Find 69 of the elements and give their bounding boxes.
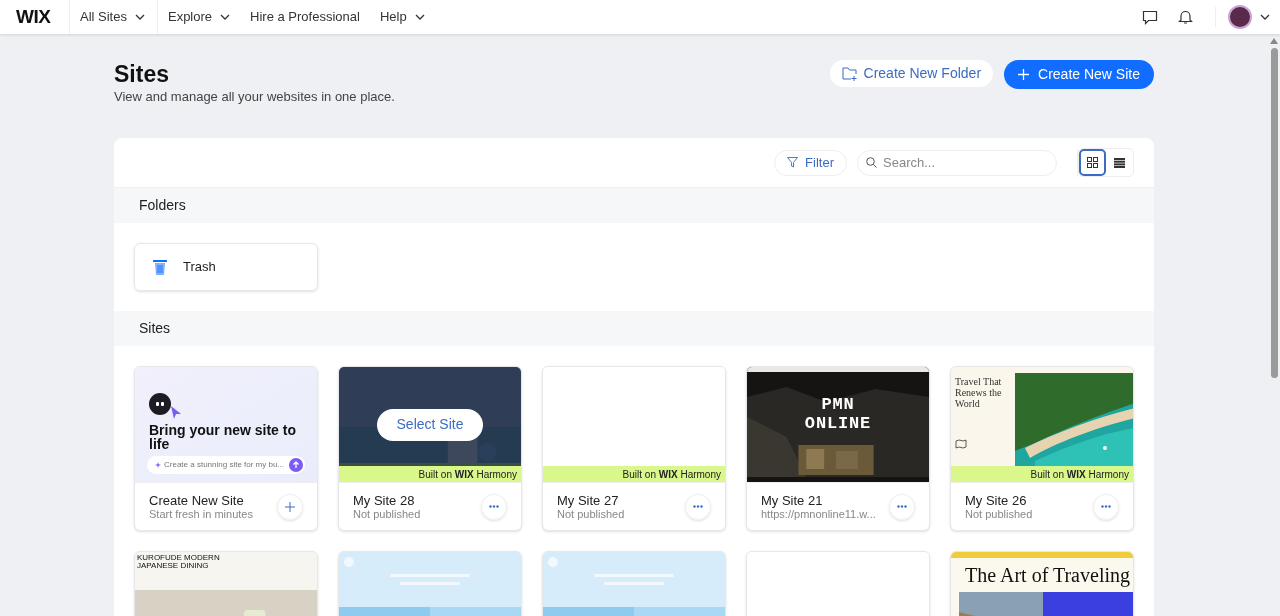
site-card[interactable]: Built on WIX Harmony My Site 27 Not published	[542, 366, 726, 531]
nav-menu[interactable]: Help	[369, 0, 435, 34]
site-name: My Site 27	[557, 492, 620, 508]
site-card[interactable]: PMN ONLINE My Site 21 https://pmnonline11.w...	[746, 366, 930, 531]
grid-view-button[interactable]	[1079, 149, 1106, 176]
site-card[interactable]: Travel That Renews the World Built on WIX Harmony My Site 26 Not published	[950, 366, 1134, 531]
trash-icon	[153, 259, 167, 275]
chevron-down-icon	[134, 14, 145, 20]
site-name: My Site 28	[353, 492, 416, 508]
site-status: Not published	[557, 507, 626, 521]
create-thumbnail[interactable]: Bring your new site to life Create a stunning site for my bu...	[135, 367, 317, 482]
site-name: Create New Site	[149, 492, 245, 508]
map-icon	[955, 439, 967, 449]
site-card[interactable]: KUROFUDE MODERN JAPANESE DINING	[134, 551, 318, 616]
site-headline: The Art of Traveling	[965, 564, 1130, 586]
site-card[interactable]: The Art of Traveling	[950, 551, 1134, 616]
section-heading: Folders	[139, 196, 186, 215]
site-name: My Site 26	[965, 492, 1028, 508]
site-status: https://pmnonline11.w...	[761, 507, 877, 521]
site-card[interactable]: Bring your new site to life Create a stunning site for my bu... Create New Site Start fresh in minutes	[134, 366, 318, 531]
chevron-down-icon	[414, 14, 425, 20]
folder-card[interactable]: Trash	[134, 243, 318, 291]
nav-menu[interactable]: Hire a Professional	[240, 0, 370, 34]
site-name: My Site 21	[761, 492, 824, 508]
harmony-label: Built on WIX Harmony	[622, 467, 721, 482]
search-icon	[866, 157, 877, 168]
chevron-down-icon[interactable]	[1260, 14, 1270, 20]
site-status: Not published	[353, 507, 422, 521]
more-icon	[897, 505, 907, 508]
page-title: Sites	[114, 60, 170, 88]
sparkle-icon	[155, 462, 161, 468]
plus-icon	[285, 501, 295, 512]
scroll-up-icon[interactable]	[1270, 38, 1278, 44]
page-subtitle: View and manage all your websites in one place.	[114, 88, 396, 106]
avatar[interactable]	[1228, 5, 1252, 29]
more-icon	[693, 505, 703, 508]
wix-logo[interactable]: WIX	[0, 0, 70, 34]
harmony-label: Built on WIX Harmony	[418, 467, 517, 482]
site-status: Start fresh in minutes	[149, 507, 254, 521]
chat-icon[interactable]	[1142, 9, 1158, 25]
filter-icon	[787, 157, 799, 168]
send-icon[interactable]	[289, 458, 303, 472]
bell-icon[interactable]	[1178, 9, 1193, 25]
create-headline: Bring your new site to life	[149, 423, 297, 451]
nav-menu[interactable]: Explore	[157, 0, 241, 34]
prompt-field[interactable]: Create a stunning site for my bu...	[147, 456, 305, 474]
create-site-button[interactable]: Create New Site	[1004, 60, 1154, 89]
scrollbar-thumb[interactable]	[1270, 48, 1278, 378]
site-status: Not published	[965, 507, 1034, 521]
search-field[interactable]: Search...	[857, 149, 1057, 176]
site-headline: KUROFUDE MODERN JAPANESE DINING	[137, 554, 221, 570]
harmony-label: Built on WIX Harmony	[1030, 467, 1129, 482]
list-icon	[1114, 157, 1125, 168]
prompt-text: Create a stunning site for my bu...	[164, 459, 286, 471]
folder-name: Trash	[183, 258, 216, 277]
chevron-down-icon	[220, 14, 231, 20]
section-heading: Sites	[139, 319, 171, 338]
create-folder-button[interactable]: Create New Folder	[829, 60, 994, 87]
more-icon	[1101, 505, 1111, 508]
robot-icon	[149, 393, 171, 415]
nav-menu[interactable]: All Sites	[70, 0, 158, 34]
grid-icon	[1087, 157, 1098, 168]
folder-add-icon	[841, 66, 858, 81]
more-icon	[489, 505, 499, 508]
site-headline: PMN ONLINE	[803, 395, 873, 433]
site-card[interactable]: Built on WIX Harmony Select Site My Site 28 Not published	[338, 366, 522, 531]
site-headline: Travel That Renews the World	[955, 376, 1003, 409]
plus-icon	[1018, 69, 1030, 80]
cursor-icon	[171, 406, 181, 419]
